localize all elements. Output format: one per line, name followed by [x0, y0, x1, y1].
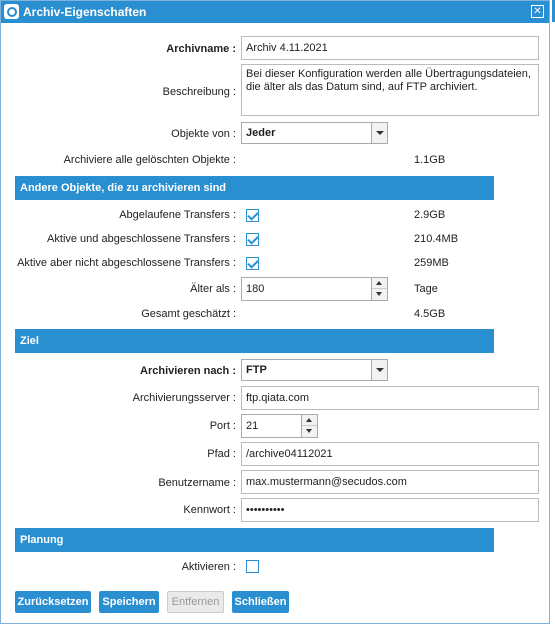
- kennwort-label: Kennwort :: [183, 504, 236, 516]
- dialog-titlebar[interactable]: Archiv-Eigenschaften ✕: [1, 1, 549, 23]
- section-planung: Planung: [15, 528, 494, 552]
- aktivieren-label: Aktivieren :: [181, 561, 236, 573]
- section-ziel: Ziel: [15, 329, 494, 353]
- gesamt-geschaetzt-label: Gesamt geschätzt :: [141, 308, 236, 320]
- close-icon[interactable]: ✕: [531, 5, 544, 18]
- benutzername-input[interactable]: max.mustermann@secudos.com: [241, 470, 539, 494]
- abgelaufene-transfers-label: Abgelaufene Transfers :: [119, 209, 236, 221]
- spinner-down-icon[interactable]: [372, 289, 387, 300]
- aelter-als-spinner[interactable]: 180: [241, 277, 388, 301]
- archivierungsserver-label: Archivierungsserver :: [132, 392, 236, 404]
- aelter-als-unit: Tage: [414, 283, 438, 295]
- kennwort-input[interactable]: ••••••••••: [241, 498, 539, 522]
- objekte-von-select[interactable]: Jeder: [241, 122, 388, 144]
- archivname-label: Archivname :: [166, 43, 236, 55]
- port-spinner[interactable]: 21: [241, 414, 318, 438]
- objekte-von-label: Objekte von :: [171, 128, 236, 140]
- archivieren-nach-label: Archivieren nach :: [140, 365, 236, 377]
- aktive-nicht-abgeschlossene-size: 259MB: [414, 257, 449, 269]
- abgelaufene-transfers-checkbox[interactable]: [246, 209, 259, 222]
- objekte-von-value: Jeder: [246, 127, 276, 139]
- reset-button[interactable]: Zurücksetzen: [15, 591, 91, 613]
- gesamt-geschaetzt-size: 4.5GB: [414, 308, 446, 320]
- spinner-up-icon[interactable]: [372, 278, 387, 289]
- archiviere-geloeschte-label: Archiviere alle gelöschten Objekte :: [63, 154, 236, 166]
- archive-properties-dialog: Archiv-Eigenschaften ✕ Archivname : Arch…: [0, 0, 550, 624]
- spinner-up-icon[interactable]: [302, 415, 317, 426]
- port-label: Port :: [209, 420, 236, 432]
- beschreibung-textarea[interactable]: Bei dieser Konfiguration werden alle Übe…: [241, 64, 539, 116]
- chevron-down-icon[interactable]: [371, 360, 387, 380]
- dialog-title: Archiv-Eigenschaften: [23, 5, 147, 19]
- beschreibung-label: Beschreibung :: [162, 86, 236, 98]
- aelter-als-value: 180: [246, 283, 265, 295]
- spinner-buttons: [301, 415, 317, 437]
- close-button[interactable]: Schließen: [232, 591, 289, 613]
- spinner-buttons: [371, 278, 387, 300]
- aktivieren-checkbox[interactable]: [246, 560, 259, 573]
- archivierungsserver-input[interactable]: ftp.qiata.com: [241, 386, 539, 410]
- abgelaufene-transfers-size: 2.9GB: [414, 209, 446, 221]
- archivieren-nach-select[interactable]: FTP: [241, 359, 388, 381]
- archiviere-geloeschte-size: 1.1GB: [414, 154, 446, 166]
- spinner-down-icon[interactable]: [302, 426, 317, 437]
- port-value: 21: [246, 420, 259, 432]
- remove-button[interactable]: Entfernen: [167, 591, 224, 613]
- aktive-abgeschlossene-checkbox[interactable]: [246, 233, 259, 246]
- section-andere-objekte: Andere Objekte, die zu archivieren sind: [15, 176, 494, 200]
- benutzername-label: Benutzername :: [158, 477, 236, 489]
- aelter-als-label: Älter als :: [190, 283, 236, 295]
- aktive-abgeschlossene-size: 210.4MB: [414, 233, 459, 245]
- aktive-abgeschlossene-label: Aktive und abgeschlossene Transfers :: [47, 233, 236, 245]
- archivieren-nach-value: FTP: [246, 364, 267, 376]
- archivname-input[interactable]: Archiv 4.11.2021: [241, 36, 539, 60]
- app-logo-icon: [4, 4, 19, 19]
- aktive-nicht-abgeschlossene-label: Aktive aber nicht abgeschlossene Transfe…: [17, 257, 236, 269]
- aktive-nicht-abgeschlossene-checkbox[interactable]: [246, 257, 259, 270]
- pfad-label: Pfad :: [207, 448, 236, 460]
- save-button[interactable]: Speichern: [99, 591, 159, 613]
- chevron-down-icon[interactable]: [371, 123, 387, 143]
- pfad-input[interactable]: /archive04112021: [241, 442, 539, 466]
